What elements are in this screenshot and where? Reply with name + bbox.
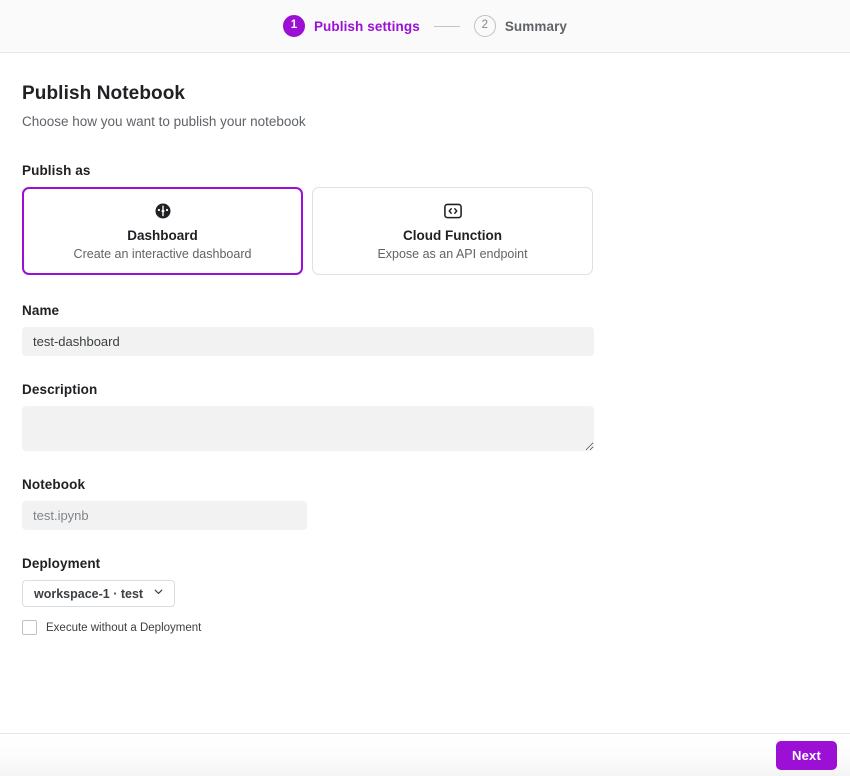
stepper-step-summary[interactable]: 2 Summary (474, 15, 567, 37)
step-number-badge-2: 2 (474, 15, 496, 37)
execute-without-deployment-row[interactable]: Execute without a Deployment (22, 620, 828, 635)
publish-as-label: Publish as (22, 163, 828, 178)
page-subtitle: Choose how you want to publish your note… (22, 114, 828, 129)
notebook-input[interactable] (22, 501, 307, 530)
next-button[interactable]: Next (776, 741, 837, 770)
publish-option-dashboard-title: Dashboard (127, 228, 198, 243)
description-input[interactable] (22, 406, 594, 451)
name-input[interactable] (22, 327, 594, 356)
deployment-label: Deployment (22, 556, 828, 571)
stepper-bar: 1 Publish settings 2 Summary (0, 0, 850, 53)
publish-option-cloud-function-title: Cloud Function (403, 228, 502, 243)
stepper-step-publish-settings[interactable]: 1 Publish settings (283, 15, 420, 37)
description-label: Description (22, 382, 828, 397)
gauge-icon (154, 202, 172, 220)
publish-option-dashboard[interactable]: Dashboard Create an interactive dashboar… (22, 187, 303, 275)
execute-without-deployment-label: Execute without a Deployment (46, 622, 201, 634)
deployment-select-value: workspace-1 · test (34, 587, 143, 601)
notebook-label: Notebook (22, 477, 828, 492)
publish-option-cloud-function[interactable]: Cloud Function Expose as an API endpoint (312, 187, 593, 275)
step-number-badge-1: 1 (283, 15, 305, 37)
stepper-connector (434, 26, 460, 27)
stepper: 1 Publish settings 2 Summary (283, 15, 567, 37)
code-brackets-icon (444, 202, 462, 220)
publish-option-dashboard-description: Create an interactive dashboard (74, 247, 252, 261)
page-title: Publish Notebook (22, 83, 828, 105)
chevron-down-icon (152, 585, 165, 603)
publish-as-options: Dashboard Create an interactive dashboar… (22, 187, 828, 275)
footer-bar: Next (0, 733, 850, 776)
execute-without-deployment-checkbox[interactable] (22, 620, 37, 635)
publish-form: Publish Notebook Choose how you want to … (0, 53, 850, 733)
step-label-summary: Summary (505, 19, 567, 34)
name-label: Name (22, 303, 828, 318)
deployment-select[interactable]: workspace-1 · test (22, 580, 175, 607)
step-label-publish-settings: Publish settings (314, 19, 420, 34)
publish-option-cloud-function-description: Expose as an API endpoint (377, 247, 527, 261)
